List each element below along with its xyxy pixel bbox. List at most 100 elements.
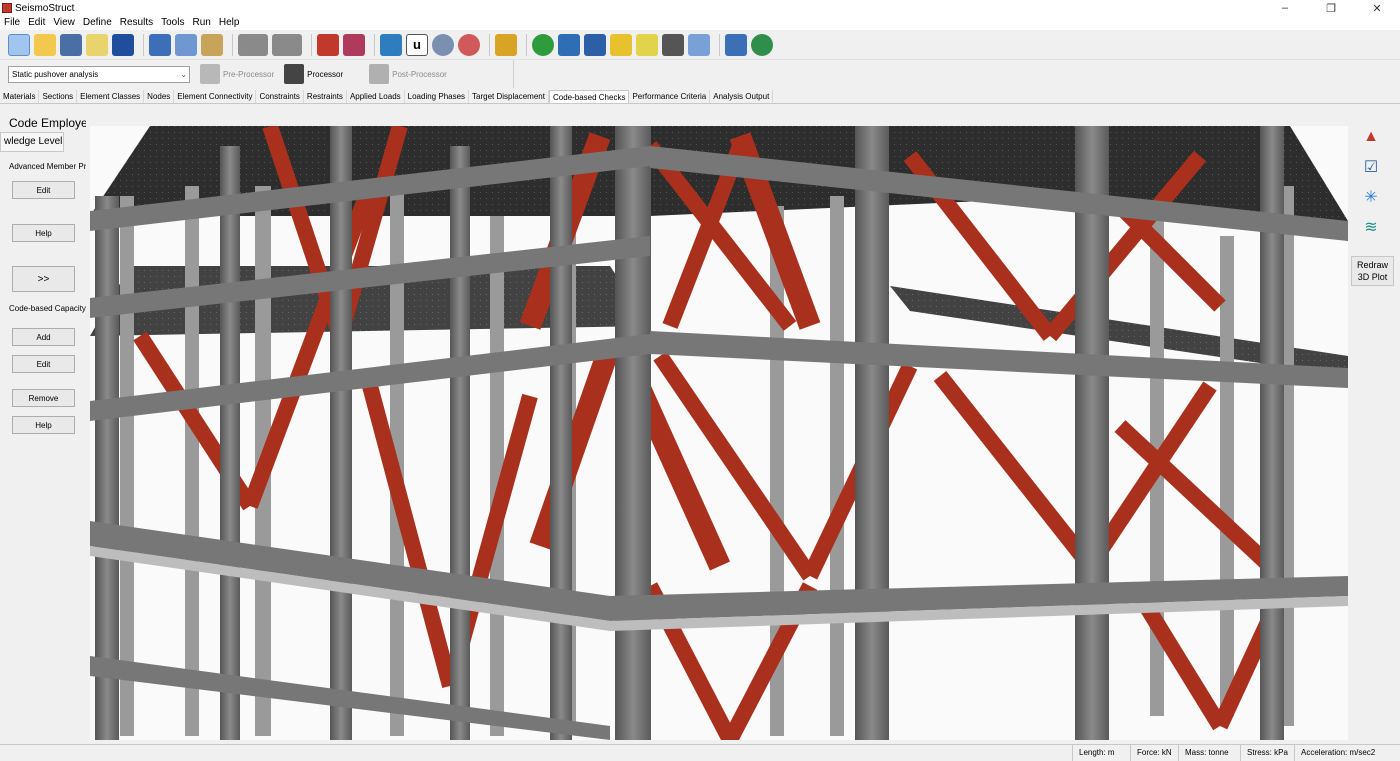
units-icon[interactable]: u bbox=[406, 33, 428, 56]
menu-view[interactable]: View bbox=[49, 16, 79, 30]
magic-wand-icon[interactable] bbox=[86, 33, 108, 56]
axes-icon[interactable]: ✳ bbox=[1360, 186, 1382, 208]
status-acceleration: Acceleration: m/sec2 bbox=[1294, 745, 1375, 761]
layers-icon[interactable]: ≋ bbox=[1360, 216, 1382, 238]
minimize-button[interactable]: – bbox=[1262, 0, 1308, 16]
tab-element-classes[interactable]: Element Classes bbox=[77, 90, 145, 103]
analysis-type-select[interactable]: Static pushover analysis ⌄ bbox=[8, 65, 190, 83]
pre-processor-button[interactable]: Pre-Processor bbox=[200, 64, 274, 84]
help-button[interactable]: Help bbox=[12, 224, 75, 242]
building-wizard-icon[interactable] bbox=[60, 33, 82, 56]
knowledge-level-button[interactable]: wledge Level bbox=[0, 132, 64, 152]
paste-icon[interactable] bbox=[175, 33, 197, 56]
menu-file[interactable]: File bbox=[0, 16, 24, 30]
shapes-icon[interactable]: ▲ bbox=[1360, 126, 1382, 148]
3d-plot-viewport[interactable] bbox=[90, 126, 1348, 740]
globe-icon[interactable] bbox=[751, 33, 773, 56]
tab-analysis-output[interactable]: Analysis Output bbox=[710, 90, 774, 103]
processor-label: Processor bbox=[307, 69, 344, 79]
film-icon[interactable] bbox=[662, 33, 684, 56]
menu-results[interactable]: Results bbox=[116, 16, 157, 30]
open-folder-icon[interactable] bbox=[34, 33, 56, 56]
link-icon[interactable] bbox=[688, 33, 710, 56]
right-panel: ▲ ☑ ✳ ≋ Redraw 3D Plot bbox=[1348, 110, 1400, 740]
processor-chip-icon bbox=[284, 64, 305, 84]
edit-note-icon[interactable] bbox=[725, 33, 747, 56]
post-processor-button[interactable]: Post-Processor bbox=[369, 64, 447, 84]
advanced-gear-icon[interactable] bbox=[458, 33, 480, 56]
settings-gear-icon[interactable] bbox=[432, 33, 454, 56]
tab-restraints[interactable]: Restraints bbox=[304, 90, 347, 103]
redraw-label: Redraw bbox=[1356, 260, 1388, 270]
viewport-top-border bbox=[86, 110, 1348, 126]
status-mass: Mass: tonne bbox=[1178, 745, 1229, 761]
analysis-type-value: Static pushover analysis bbox=[12, 69, 99, 79]
advanced-member-label: Advanced Member Pr bbox=[9, 162, 86, 171]
next-button[interactable]: >> bbox=[12, 266, 75, 292]
add-capacity-button[interactable]: Add bbox=[12, 328, 75, 346]
left-panel: Code Employe wledge Level Advanced Membe… bbox=[0, 110, 86, 740]
menu-help[interactable]: Help bbox=[215, 16, 244, 30]
code-employed-title: Code Employe bbox=[9, 116, 86, 130]
pre-processor-label: Pre-Processor bbox=[223, 69, 275, 79]
tab-code-based-checks[interactable]: Code-based Checks bbox=[548, 90, 630, 103]
tab-sections[interactable]: Sections bbox=[39, 90, 78, 103]
tab-applied-loads[interactable]: Applied Loads bbox=[347, 90, 405, 103]
menu-edit[interactable]: Edit bbox=[24, 16, 49, 30]
run-view-icon[interactable] bbox=[343, 33, 365, 56]
menu-bar: File Edit View Define Results Tools Run … bbox=[0, 16, 1400, 30]
tab-performance-criteria[interactable]: Performance Criteria bbox=[629, 90, 711, 103]
toolbar-separator bbox=[526, 33, 527, 56]
toolbar-separator bbox=[143, 33, 144, 56]
copy-icon[interactable] bbox=[149, 33, 171, 56]
new-file-icon[interactable] bbox=[8, 33, 30, 56]
window-title: SeismoStruct bbox=[15, 2, 75, 14]
tab-element-connectivity[interactable]: Element Connectivity bbox=[174, 90, 257, 103]
menu-tools[interactable]: Tools bbox=[157, 16, 188, 30]
save-icon[interactable] bbox=[112, 33, 134, 56]
tab-nodes[interactable]: Nodes bbox=[144, 90, 175, 103]
brush-icon[interactable] bbox=[495, 33, 517, 56]
toolbar-separator bbox=[489, 33, 490, 56]
processor-button[interactable]: Processor bbox=[284, 64, 343, 84]
tab-materials[interactable]: Materials bbox=[0, 90, 40, 103]
3d-plot-label: 3D Plot bbox=[1357, 272, 1388, 282]
menu-run[interactable]: Run bbox=[188, 16, 214, 30]
pre-view-icon[interactable] bbox=[317, 33, 339, 56]
module-tabs: Materials Sections Element Classes Nodes… bbox=[0, 90, 1400, 104]
help-icon[interactable] bbox=[532, 33, 554, 56]
redo-icon[interactable] bbox=[272, 33, 302, 56]
book-blue-icon[interactable] bbox=[584, 33, 606, 56]
toolbar-separator bbox=[311, 33, 312, 56]
status-stress: Stress: kPa bbox=[1240, 745, 1288, 761]
status-force: Force: kN bbox=[1130, 745, 1172, 761]
post-processor-icon bbox=[369, 64, 390, 84]
help-capacity-button[interactable]: Help bbox=[12, 416, 75, 434]
connect-icon[interactable] bbox=[380, 33, 402, 56]
redraw-3d-plot-button[interactable]: Redraw 3D Plot bbox=[1351, 256, 1394, 286]
structure-3d-render bbox=[90, 126, 1348, 740]
checklist-icon[interactable]: ☑ bbox=[1360, 156, 1382, 178]
tab-target-displacement[interactable]: Target Displacement bbox=[469, 90, 549, 103]
status-length: Length: m bbox=[1072, 745, 1115, 761]
clipboard-icon[interactable] bbox=[201, 33, 223, 56]
main-toolbar: u bbox=[0, 30, 1400, 60]
edit-capacity-button[interactable]: Edit bbox=[12, 355, 75, 373]
tab-constraints[interactable]: Constraints bbox=[256, 90, 304, 103]
toolbar-separator bbox=[232, 33, 233, 56]
app-logo-icon bbox=[2, 3, 12, 13]
toolbar-separator bbox=[719, 33, 720, 56]
folder-note-icon[interactable] bbox=[610, 33, 632, 56]
maximize-button[interactable]: ❐ bbox=[1308, 0, 1354, 16]
tab-loading-phases[interactable]: Loading Phases bbox=[405, 90, 470, 103]
undo-icon[interactable] bbox=[238, 33, 268, 56]
code-based-capacity-label: Code-based Capacity bbox=[9, 304, 86, 313]
book-icon[interactable] bbox=[558, 33, 580, 56]
chevron-down-icon: ⌄ bbox=[180, 69, 187, 79]
close-button[interactable]: ✕ bbox=[1354, 0, 1400, 16]
title-bar: SeismoStruct – ❐ ✕ bbox=[0, 0, 1400, 16]
remove-capacity-button[interactable]: Remove bbox=[12, 389, 75, 407]
note-icon[interactable] bbox=[636, 33, 658, 56]
edit-button[interactable]: Edit bbox=[12, 181, 75, 199]
menu-define[interactable]: Define bbox=[79, 16, 116, 30]
